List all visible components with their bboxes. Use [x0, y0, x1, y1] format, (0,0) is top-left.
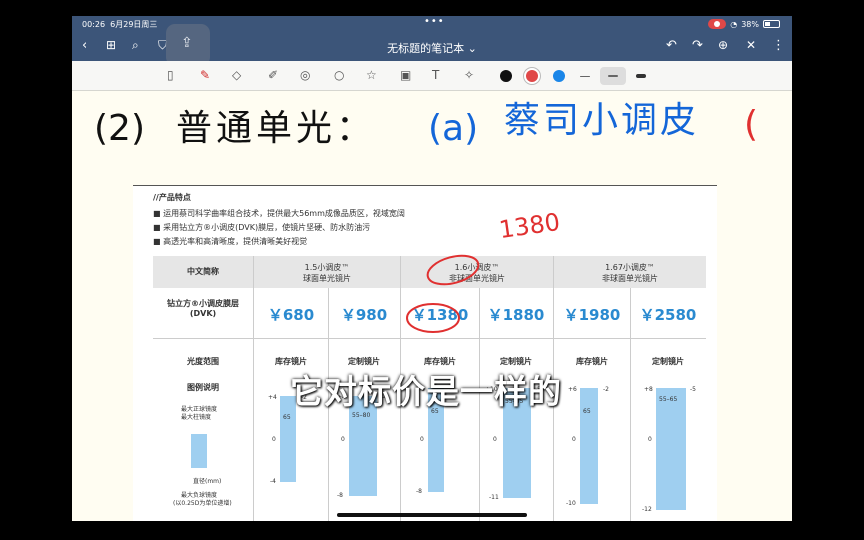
- hw-price-note: 1380: [497, 207, 562, 245]
- price-cell: ￥680: [267, 306, 315, 324]
- price-cell: ￥2580: [639, 306, 697, 324]
- color-blue[interactable]: [553, 70, 565, 82]
- group-header-3: 1.67小调皮™ 非球面单光镜片: [554, 256, 706, 288]
- multitask-dots[interactable]: •••: [424, 16, 445, 27]
- home-indicator[interactable]: [337, 513, 527, 517]
- hw-sub-a: (a): [428, 108, 479, 149]
- sticker-icon[interactable]: ☆: [366, 68, 377, 82]
- range-label: 光度范围: [187, 357, 219, 366]
- col-header-name: 中文简称: [153, 256, 253, 288]
- video-caption: 它对标价是一样的: [290, 372, 562, 411]
- lasso-icon[interactable]: ○: [334, 68, 344, 82]
- pen-icon[interactable]: ✎: [200, 68, 210, 82]
- share-icon: ⇪: [181, 35, 193, 51]
- laser-icon[interactable]: ✧: [464, 68, 474, 82]
- color-black[interactable]: [500, 70, 512, 82]
- shapes-icon[interactable]: ◎: [300, 68, 310, 82]
- close-icon[interactable]: ✕: [746, 38, 756, 52]
- battery-icon: [763, 20, 780, 28]
- legend-item: 最大柱镜度: [181, 414, 212, 421]
- price-cell: ￥1880: [487, 306, 545, 324]
- price-cell: ￥1980: [563, 306, 621, 324]
- note-canvas[interactable]: (2) 普通单光： (a) 蔡司小调皮 ( //产品特点 ■ 运用蔡司科学曲率组…: [72, 91, 792, 521]
- doc-section-title: //产品特点: [153, 193, 191, 202]
- row-label-dvk: 钻立方®小调皮膜层 (DVK): [167, 299, 239, 318]
- more-icon[interactable]: ⋮: [772, 38, 785, 53]
- group-header-1: 1.5小调皮™ 球面单光镜片: [254, 256, 400, 288]
- hw-number: (2): [94, 108, 145, 149]
- highlighter-icon[interactable]: ✐: [268, 68, 278, 82]
- legend-item: 直径(mm): [193, 478, 222, 485]
- status-time: 00:26 6月29日周三: [82, 20, 158, 29]
- drawing-toolbar: ▯ ✎ ◇ ✐ ◎ ○ ☆ ▣ T ✧: [72, 61, 792, 91]
- red-circle-annotation-2: [406, 303, 460, 333]
- hw-heading: 普通单光：: [176, 108, 377, 149]
- red-circle-annotation: [426, 254, 480, 286]
- wifi-icon: ◔: [730, 19, 738, 29]
- pasted-document: //产品特点 ■ 运用蔡司科学曲率组合技术，提供最大56mm成像品质区，视域宽阔…: [133, 185, 717, 521]
- battery-percent: 38%: [741, 19, 759, 29]
- read-mode-icon[interactable]: ▯: [167, 68, 174, 82]
- row-divider: [153, 338, 706, 339]
- undo-icon[interactable]: ↶: [666, 38, 677, 53]
- share-button[interactable]: ⇪: [166, 24, 210, 66]
- add-page-icon[interactable]: ⊕: [718, 38, 728, 52]
- feature-3: ■ 高透光率和高清晰度，提供清晰美好视觉: [153, 237, 308, 246]
- col-type: 定制镜片: [652, 357, 684, 366]
- eraser-icon[interactable]: ◇: [232, 68, 241, 82]
- hw-paren: (: [744, 104, 759, 145]
- col-type: 库存镜片: [576, 357, 608, 366]
- legend-label: 图例说明: [187, 383, 219, 392]
- stroke-thick[interactable]: [636, 74, 646, 78]
- color-red[interactable]: [526, 70, 538, 82]
- legend-item: (以0.25D为单位递增): [173, 500, 232, 507]
- status-right: ◔ 38%: [708, 19, 780, 29]
- range-bar: [656, 388, 686, 510]
- stroke-medium-selected[interactable]: [600, 67, 626, 85]
- range-bar: [580, 388, 598, 504]
- redo-icon[interactable]: ↷: [692, 38, 703, 53]
- image-icon[interactable]: ▣: [400, 68, 411, 82]
- price-cell: ￥980: [340, 306, 388, 324]
- recording-icon: [708, 19, 727, 29]
- stroke-thin[interactable]: [580, 76, 590, 77]
- text-icon[interactable]: T: [432, 68, 439, 82]
- ipad-screen: 00:26 6月29日周三 ••• ◔ 38% ‹ ⊞ ⌕ ⛉ 无标题的笔记本 …: [72, 16, 792, 521]
- legend-bar: [191, 434, 207, 468]
- feature-2: ■ 采用钻立方®小调皮(DVK)膜层，使镜片坚硬、防水防油污: [153, 223, 371, 232]
- hw-sub-text: 蔡司小调皮: [504, 100, 700, 141]
- feature-1: ■ 运用蔡司科学曲率组合技术，提供最大56mm成像品质区，视域宽阔: [153, 209, 405, 218]
